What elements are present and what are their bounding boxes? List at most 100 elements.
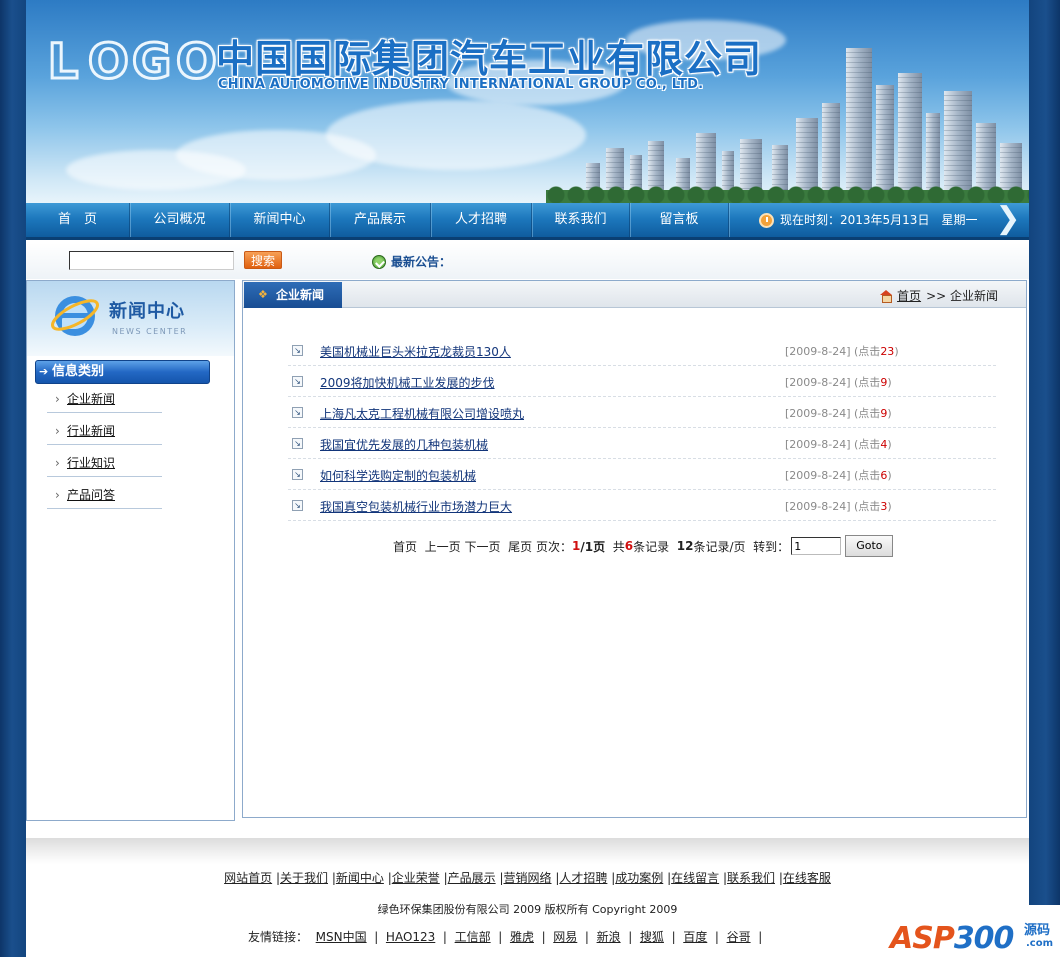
home-icon xyxy=(880,290,893,303)
arrow-icon: ↘ xyxy=(292,407,303,418)
breadcrumb-home[interactable]: 首页 xyxy=(897,287,921,304)
arrow-icon: ↘ xyxy=(292,376,303,387)
news-hits: 23 xyxy=(880,345,895,358)
friend-link[interactable]: HAO123 xyxy=(386,930,435,944)
sidebar-item-label[interactable]: 行业新闻 xyxy=(67,424,115,438)
nav-jobs[interactable]: 人才招聘 xyxy=(431,203,532,237)
footer-link[interactable]: 新闻中心 xyxy=(336,871,384,885)
sidebar-item-label[interactable]: 产品问答 xyxy=(67,488,115,502)
nav-guestbook[interactable]: 留言板 xyxy=(630,203,729,237)
friend-link[interactable]: 工信部 xyxy=(455,930,491,944)
current-time-text: 现在时刻：2013年5月13日 星期一 xyxy=(780,213,978,227)
watermark-brand-a: ASP xyxy=(890,921,955,956)
notice-icon xyxy=(372,254,386,269)
ie-logo-icon xyxy=(51,296,99,336)
sidebar-item-label[interactable]: 企业新闻 xyxy=(67,392,115,406)
goto-page-input[interactable] xyxy=(791,537,842,555)
nav-products[interactable]: 产品展示 xyxy=(330,203,431,237)
search-bar: 搜索 最新公告： xyxy=(26,243,1029,279)
news-meta-close: ) xyxy=(887,438,892,451)
logo-letter: O xyxy=(87,34,131,90)
breadcrumb: 首页 >> 企业新闻 xyxy=(880,287,998,304)
pager-total-suffix: 条记录 xyxy=(633,539,670,554)
latest-notice: 最新公告： xyxy=(372,253,451,270)
sidebar-item-label[interactable]: 行业知识 xyxy=(67,456,115,470)
list-item: ↘ 美国机械业巨头米拉克龙裁员130人 [2009-8-24] (点击23) xyxy=(288,335,996,366)
arrow-icon: ↘ xyxy=(292,469,303,480)
breadcrumb-current: >> 企业新闻 xyxy=(926,289,998,303)
news-title-link[interactable]: 我国宜优先发展的几种包装机械 xyxy=(320,436,488,453)
logo-letter: O xyxy=(175,34,219,90)
footer-link[interactable]: 成功案例 xyxy=(615,871,663,885)
pager-total-prefix: 共 xyxy=(612,539,625,554)
news-date: [2009-8-24] (点击 xyxy=(785,438,881,451)
pager-total-records: 6 xyxy=(624,539,634,553)
news-meta: [2009-8-24] (点击9) xyxy=(785,374,892,390)
pager-next[interactable]: 下一页 xyxy=(465,538,501,555)
news-meta-close: ) xyxy=(887,407,892,420)
nav-news[interactable]: 新闻中心 xyxy=(230,203,330,237)
logo[interactable]: L O G O xyxy=(44,34,219,90)
pager-prev[interactable]: 上一页 xyxy=(425,538,461,555)
pagination: 首页 上一页 下一页 尾页 页次： 1/1页 共 6 条记录 12 条记录/页 转到：… xyxy=(393,535,894,557)
footer-link[interactable]: 联系我们 xyxy=(727,871,775,885)
news-title-link[interactable]: 上海凡太克工程机械有限公司增设喷丸 xyxy=(320,405,524,422)
nav-about[interactable]: 公司概况 xyxy=(130,203,230,237)
notice-label: 最新公告： xyxy=(391,255,452,269)
copyright: 绿色环保集团股份有限公司 2009 版权所有 Copyright 2009 xyxy=(377,903,678,916)
pager-first[interactable]: 首页 xyxy=(393,538,417,555)
pager-page-label: 页次： xyxy=(536,539,573,554)
news-meta: [2009-8-24] (点击9) xyxy=(785,405,892,421)
footer-link[interactable]: 企业荣誉 xyxy=(392,871,440,885)
pager-last[interactable]: 尾页 xyxy=(508,538,532,555)
arrow-icon: ↘ xyxy=(292,438,303,449)
friend-link[interactable]: 雅虎 xyxy=(510,930,534,944)
friend-links: 友情链接： MSN中国 | HAO123 | 工信部 | 雅虎 | 网易 | 新… xyxy=(248,930,763,944)
friend-link[interactable]: 新浪 xyxy=(597,930,621,944)
friend-link[interactable]: 百度 xyxy=(683,930,707,944)
search-input[interactable] xyxy=(69,251,234,270)
friend-link[interactable]: 网易 xyxy=(553,930,577,944)
sidebar-item-company-news[interactable]: 企业新闻 xyxy=(47,385,162,413)
footer-link[interactable]: 人才招聘 xyxy=(559,871,607,885)
nav-home[interactable]: 首 页 xyxy=(26,203,130,237)
footer-link[interactable]: 在线客服 xyxy=(783,871,831,885)
sidebar-item-product-qa[interactable]: 产品问答 xyxy=(47,481,162,509)
nav-contact[interactable]: 联系我们 xyxy=(532,203,630,237)
news-date: [2009-8-24] (点击 xyxy=(785,469,881,482)
news-title-link[interactable]: 我国真空包装机械行业市场潜力巨大 xyxy=(320,498,512,515)
footer-nav: 网站首页 |关于我们 |新闻中心 |企业荣誉 |产品展示 |营销网络 |人才招聘… xyxy=(224,871,831,885)
news-date: [2009-8-24] (点击 xyxy=(785,345,881,358)
friend-links-label: 友情链接： xyxy=(248,930,309,944)
footer-link[interactable]: 产品展示 xyxy=(448,871,496,885)
news-title-link[interactable]: 美国机械业巨头米拉克龙裁员130人 xyxy=(320,343,511,360)
news-title-link[interactable]: 2009将加快机械工业发展的步伐 xyxy=(320,374,495,391)
sidebar-item-industry-news[interactable]: 行业新闻 xyxy=(47,417,162,445)
sidebar: 新闻中心 NEWS CENTER 信息类别 企业新闻 行业新闻 行业知识 产品问… xyxy=(26,280,235,821)
news-meta-close: ) xyxy=(887,469,892,482)
list-item: ↘ 上海凡太克工程机械有限公司增设喷丸 [2009-8-24] (点击9) xyxy=(288,397,996,428)
watermark-cn: 源码 xyxy=(1024,923,1051,938)
footer-link[interactable]: 关于我们 xyxy=(280,871,328,885)
news-title-link[interactable]: 如何科学选购定制的包装机械 xyxy=(320,467,476,484)
main-nav: 首 页 公司概况 新闻中心 产品展示 人才招聘 联系我们 留言板 现在时刻：20… xyxy=(26,203,1029,240)
footer-link[interactable]: 在线留言 xyxy=(671,871,719,885)
footer-link[interactable]: 营销网络 xyxy=(503,871,551,885)
news-meta: [2009-8-24] (点击6) xyxy=(785,467,892,483)
logo-letter: L xyxy=(46,34,80,90)
watermark-com: .com xyxy=(1026,938,1054,949)
footer-link[interactable]: 网站首页 xyxy=(224,871,272,885)
friend-link[interactable]: 谷哥 xyxy=(727,930,751,944)
search-button[interactable]: 搜索 xyxy=(244,251,282,269)
pager-per-page-suffix: 条记录/页 xyxy=(693,539,746,554)
sidebar-item-industry-knowledge[interactable]: 行业知识 xyxy=(47,449,162,477)
friend-link[interactable]: 搜狐 xyxy=(640,930,664,944)
sidebar-subtitle: NEWS CENTER xyxy=(112,327,188,336)
chevron-right-icon: ❯ xyxy=(995,201,1021,236)
list-item: ↘ 如何科学选购定制的包装机械 [2009-8-24] (点击6) xyxy=(288,459,996,490)
header-banner: L O G O 中国国际集团汽车工业有限公司 CHINA AUTOMOTIVE … xyxy=(26,0,1029,203)
friend-link[interactable]: MSN中国 xyxy=(316,930,367,944)
sidebar-title: 新闻中心 xyxy=(109,301,185,322)
goto-button[interactable]: Goto xyxy=(845,535,894,557)
clock-icon xyxy=(759,212,774,228)
